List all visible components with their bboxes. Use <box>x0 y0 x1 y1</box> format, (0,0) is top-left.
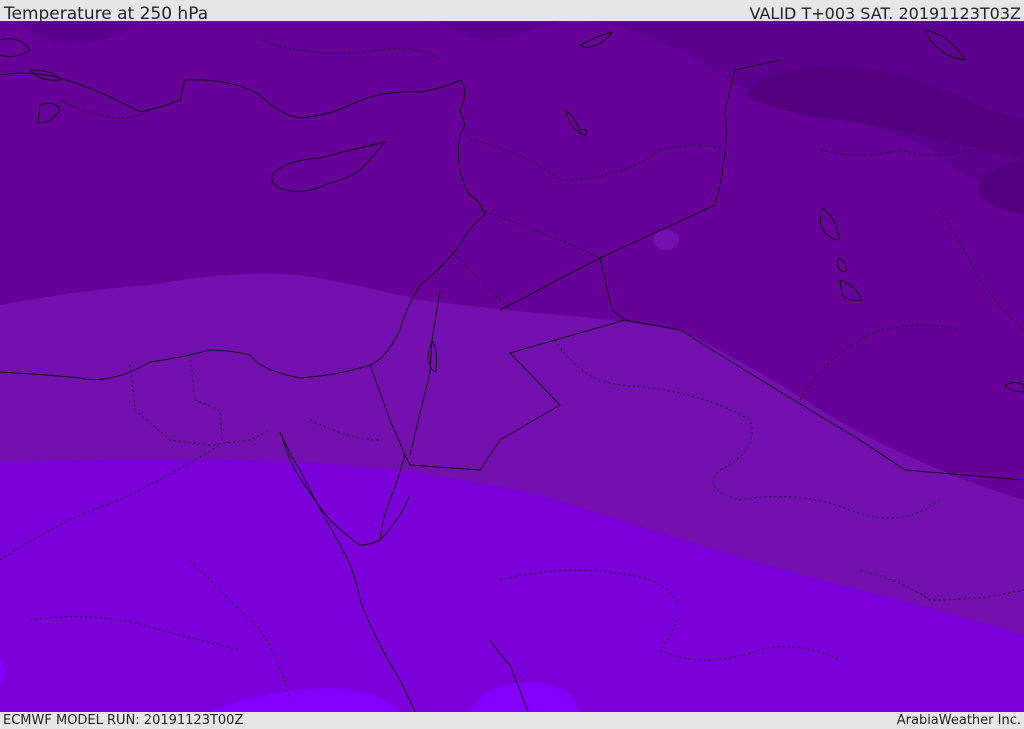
header-bar: Temperature at 250 hPa VALID T+003 SAT. … <box>0 0 1024 24</box>
temperature-map <box>0 21 1024 712</box>
model-run-label: ECMWF MODEL RUN: 20191123T00Z <box>3 713 244 728</box>
credit-label: ArabiaWeather Inc. <box>896 713 1021 728</box>
footer-bar: ECMWF MODEL RUN: 20191123T00Z ArabiaWeat… <box>0 712 1024 729</box>
warm-blob <box>653 230 679 250</box>
